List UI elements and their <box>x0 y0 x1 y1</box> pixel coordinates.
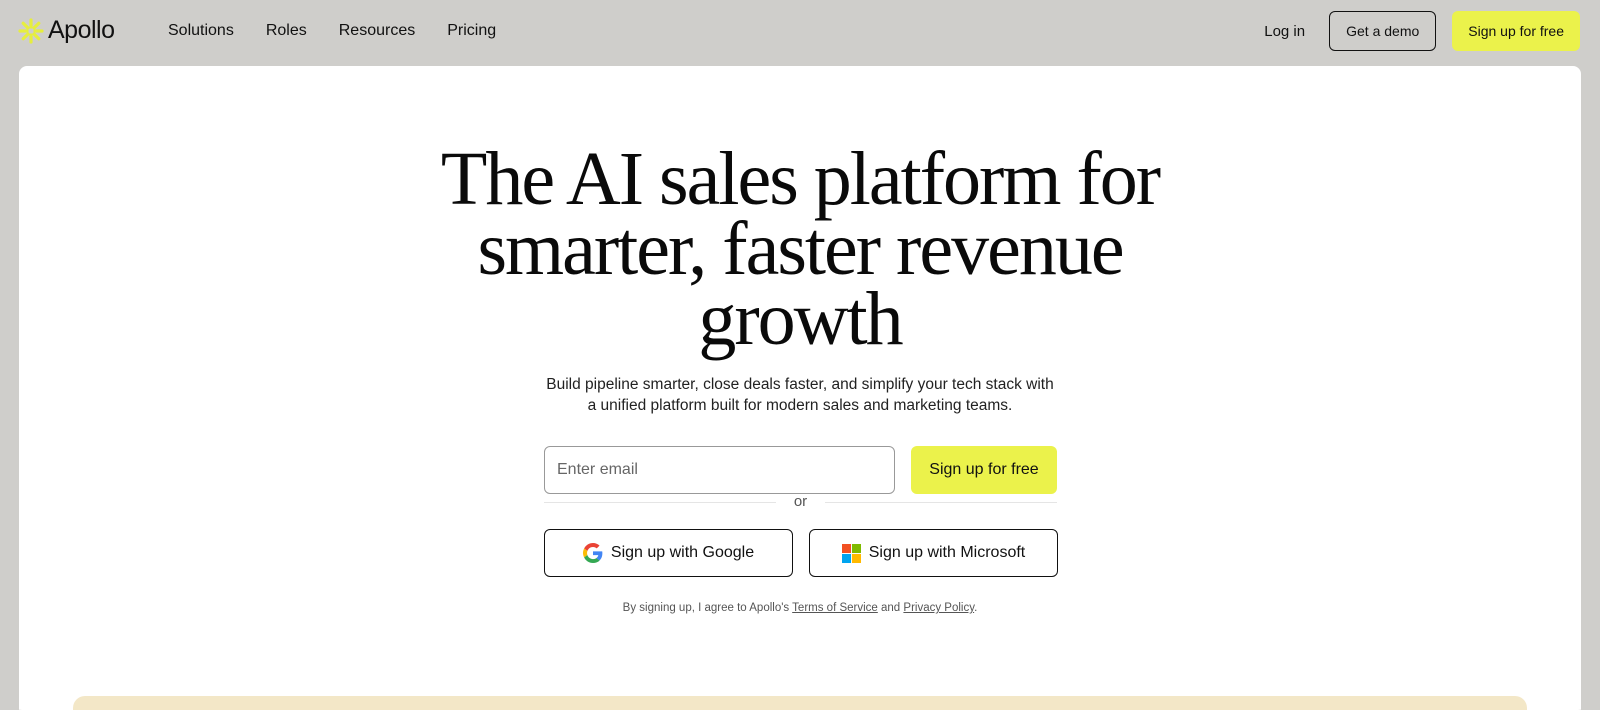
headline-line-2: smarter, faster revenue <box>477 207 1124 291</box>
signup-button[interactable]: Sign up for free <box>911 446 1057 494</box>
logo-wordmark: Apollo <box>48 16 115 44</box>
email-input[interactable] <box>544 446 895 494</box>
headline-line-3: growth <box>698 277 903 361</box>
legal-suffix: . <box>974 602 978 614</box>
nav-pricing[interactable]: Pricing <box>447 20 496 42</box>
nav-resources[interactable]: Resources <box>339 20 415 42</box>
terms-of-service-link[interactable]: Terms of Service <box>792 602 878 614</box>
privacy-policy-link[interactable]: Privacy Policy <box>903 602 974 614</box>
logo-link[interactable]: Apollo <box>18 16 115 45</box>
subtext-line-2: a unified platform built for modern sale… <box>587 397 1013 414</box>
microsoft-button-label: Sign up with Microsoft <box>868 544 1026 561</box>
subtext-line-1: Build pipeline smarter, close deals fast… <box>546 376 1054 393</box>
divider-line-right <box>825 502 1057 503</box>
nav-links: Solutions Roles Resources Pricing <box>168 20 528 42</box>
signup-top-button[interactable]: Sign up for free <box>1452 11 1580 51</box>
next-section-preview <box>73 696 1527 710</box>
nav-roles[interactable]: Roles <box>266 20 307 42</box>
get-demo-button[interactable]: Get a demo <box>1329 11 1437 51</box>
hero-card: The AI sales platform for smarter, faste… <box>19 66 1581 710</box>
or-divider: or <box>544 493 1057 510</box>
legal-and: and <box>881 602 901 614</box>
legal-prefix: By signing up, I agree to Apollo's <box>622 602 790 614</box>
google-button-label: Sign up with Google <box>610 544 755 561</box>
sso-buttons: Sign up with Google Sign up with Microso… <box>544 529 1058 577</box>
hero-subtext: Build pipeline smarter, close deals fast… <box>19 374 1581 416</box>
top-nav: Apollo Solutions Roles Resources Pricing… <box>0 0 1600 66</box>
google-icon <box>582 543 603 563</box>
nav-actions: Log in Get a demo Sign up for free <box>1264 11 1580 51</box>
microsoft-icon <box>841 543 861 563</box>
microsoft-signup-button[interactable]: Sign up with Microsoft <box>809 529 1058 577</box>
browser-frame: Apollo Solutions Roles Resources Pricing… <box>0 0 1600 710</box>
nav-solutions[interactable]: Solutions <box>168 20 234 42</box>
login-link[interactable]: Log in <box>1264 23 1305 40</box>
email-signup-row: Sign up for free <box>544 446 1057 494</box>
apollo-asterisk-icon <box>18 17 44 44</box>
legal-notice: By signing up, I agree to Apollo's Terms… <box>19 602 1581 614</box>
headline-line-1: The AI sales platform for <box>440 137 1161 221</box>
google-signup-button[interactable]: Sign up with Google <box>544 529 793 577</box>
hero-headline: The AI sales platform for smarter, faste… <box>19 137 1581 361</box>
